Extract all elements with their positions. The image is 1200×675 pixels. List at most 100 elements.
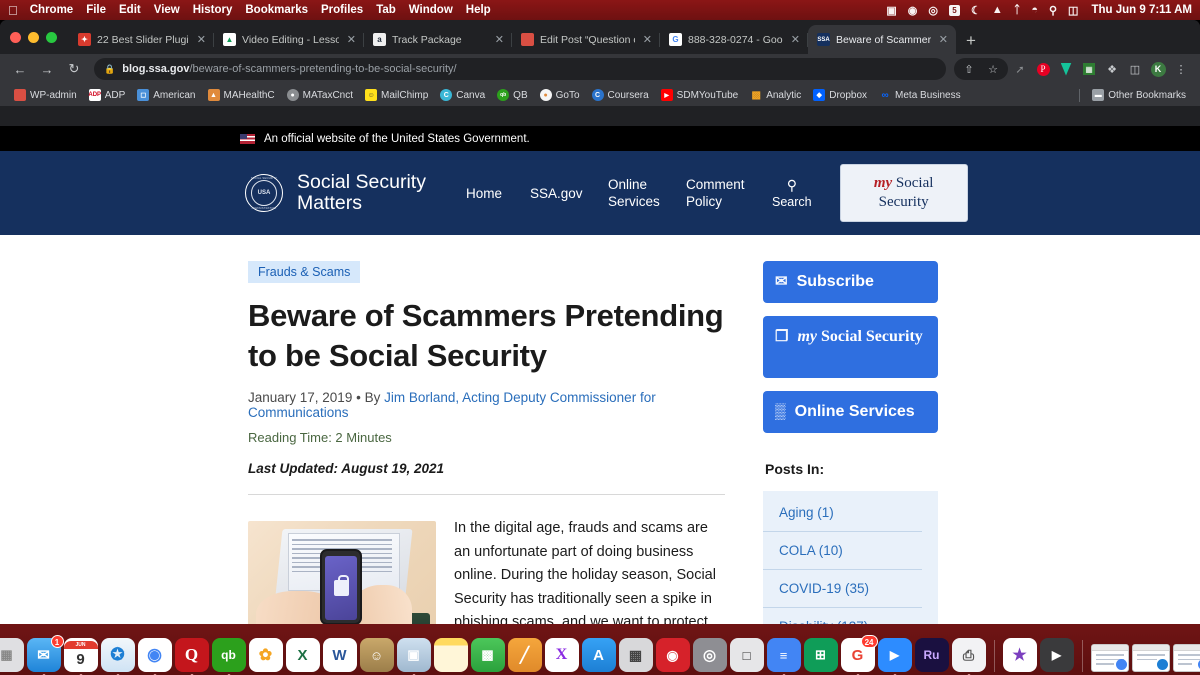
mail-icon[interactable]: ✉ 1 [26, 635, 64, 675]
preview-icon[interactable]: ▣ [396, 638, 431, 675]
menu-bar-clock[interactable]: Thu Jun 9 7:11 AM [1091, 4, 1192, 16]
nav-item-home[interactable]: Home [452, 185, 516, 202]
google-docs-icon[interactable]: ≡ [766, 638, 801, 675]
photos-icon[interactable]: ✿ [248, 638, 283, 672]
tab-slider-plugins[interactable]: ✦ 22 Best Slider Plugins for a Be ✕ [69, 25, 214, 54]
nav-item-ssa-gov[interactable]: SSA.gov [516, 185, 594, 202]
wifi-icon[interactable]: ◓ [1031, 4, 1038, 16]
grammarly-icon[interactable] [1055, 58, 1077, 80]
share-icon[interactable]: ⇧ [958, 58, 980, 80]
bluetooth-icon[interactable]: ᛏ [1014, 4, 1021, 16]
nav-item-online-services[interactable]: Online Services [594, 176, 672, 210]
app-store-icon[interactable]: A [581, 638, 616, 672]
tab-edit-post[interactable]: Edit Post “Question of the Mon ✕ [512, 25, 660, 54]
excel-icon[interactable]: X [285, 638, 320, 672]
category-item-aging[interactable]: Aging (1) [763, 505, 922, 532]
site-title[interactable]: Social Security Matters [297, 172, 427, 214]
minimized-window-finder[interactable] [1131, 644, 1170, 672]
extensions-puzzle-icon[interactable]: ❖ [1101, 58, 1123, 80]
menu-item-profiles[interactable]: Profiles [321, 4, 363, 16]
vpn-icon[interactable]: ▲ [992, 4, 1003, 16]
close-tab-button[interactable]: ✕ [493, 33, 506, 46]
spotlight-search-icon[interactable]: ⚲ [1049, 4, 1057, 17]
bookmark-goto[interactable]: ● GoTo [534, 89, 586, 101]
quicktime-icon[interactable]: ▶ [1039, 638, 1074, 672]
minimize-window-button[interactable] [28, 31, 39, 43]
bookmark-wp-admin[interactable]: WP-admin [8, 89, 83, 101]
menu-item-window[interactable]: Window [409, 4, 453, 16]
imovie-icon[interactable]: ★ [1002, 638, 1037, 672]
bookmark-qb[interactable]: qb QB [491, 89, 533, 101]
reload-button[interactable]: ↻ [62, 57, 86, 81]
online-services-button[interactable]: ▒ Online Services [763, 391, 938, 433]
chrome-menu-icon[interactable]: ⋮ [1170, 58, 1192, 80]
menu-item-view[interactable]: View [154, 4, 180, 16]
category-item-covid19[interactable]: COVID-19 (35) [763, 570, 922, 608]
my-social-security-button[interactable]: ❐ my Social Security [763, 316, 938, 378]
menu-item-chrome[interactable]: Chrome [30, 4, 73, 16]
creative-cloud-icon[interactable]: ◉ [908, 4, 918, 17]
profile-avatar-k[interactable]: K [1147, 58, 1169, 80]
category-chip[interactable]: Frauds & Scams [248, 261, 361, 283]
minimized-window-chrome-2[interactable] [1172, 644, 1200, 672]
new-tab-button[interactable]: + [956, 32, 986, 54]
menu-item-edit[interactable]: Edit [119, 4, 141, 16]
tab-beware-scammers-active[interactable]: SSA Beware of Scammers Pretendi ✕ [808, 25, 956, 54]
my-social-security-header-button[interactable]: my Social Security [839, 164, 968, 222]
safari-icon[interactable]: ✪ [100, 638, 135, 675]
ssa-seal-logo[interactable]: SOCIAL SECURITY USA ADMINISTRATION [245, 174, 283, 212]
notes-icon[interactable] [433, 638, 468, 672]
gmail-icon[interactable]: G 24 [840, 635, 878, 675]
close-tab-button[interactable]: ✕ [641, 33, 654, 46]
lego-education-icon[interactable]: ◉ [655, 638, 690, 672]
menu-item-file[interactable]: File [86, 4, 106, 16]
tab-track-package[interactable]: a Track Package ✕ [364, 25, 512, 54]
contacts-icon[interactable]: ☺ [359, 638, 394, 672]
close-tab-button[interactable]: ✕ [789, 33, 802, 46]
category-item-disability[interactable]: Disability (137) [763, 608, 922, 624]
calendar-icon[interactable]: JUN 9 [63, 638, 98, 675]
printer-icon[interactable]: ⎙ [951, 638, 986, 675]
other-bookmarks-folder[interactable]: ▬ Other Bookmarks [1086, 89, 1192, 101]
tab-video-editing[interactable]: ▲ Video Editing - Lesson Topics ✕ [214, 25, 364, 54]
bookmark-coursera[interactable]: C Coursera [586, 89, 655, 101]
numbers-icon[interactable]: ▩ [470, 638, 505, 672]
bookmark-sdmyoutube[interactable]: ▶ SDMYouTube [655, 89, 745, 101]
rocket-extension-icon[interactable]: ➚ [1009, 58, 1031, 80]
menu-item-help[interactable]: Help [466, 4, 491, 16]
menu-item-bookmarks[interactable]: Bookmarks [245, 4, 308, 16]
launchpad-icon[interactable]: ▦ [0, 638, 24, 672]
back-button[interactable]: ← [8, 57, 32, 81]
bookmark-american[interactable]: ◻ American [131, 89, 201, 101]
bookmark-mailchimp[interactable]: ☺ MailChimp [359, 89, 434, 101]
bookmark-dropbox[interactable]: ◆ Dropbox [807, 89, 873, 101]
calculator-icon[interactable]: ▦ [618, 638, 653, 672]
bookmark-mataxcnct[interactable]: ● MATaxCnct [281, 89, 359, 101]
maximize-window-button[interactable] [46, 31, 57, 43]
word-icon[interactable]: W [322, 638, 357, 672]
xfinity-icon[interactable]: X [544, 638, 579, 672]
menu-item-tab[interactable]: Tab [376, 4, 396, 16]
video-camera-icon[interactable]: ▣ [886, 4, 896, 17]
close-tab-button[interactable]: ✕ [937, 33, 950, 46]
close-window-button[interactable] [10, 31, 21, 43]
do-not-disturb-moon-icon[interactable]: ☾ [971, 4, 981, 17]
quickbooks-icon[interactable]: qb [211, 638, 246, 675]
zoom-icon[interactable]: ▶ [877, 638, 912, 675]
category-item-cola[interactable]: COLA (10) [763, 532, 922, 570]
screenshot-icon[interactable]: □ [729, 638, 764, 672]
bookmark-analytic[interactable]: ▩ Analytic [744, 89, 807, 101]
pages-icon[interactable]: ╱ [507, 638, 542, 672]
apple-menu-icon[interactable]:  [8, 4, 18, 17]
menu-item-history[interactable]: History [193, 4, 233, 16]
disk-utility-icon[interactable]: ◎ [692, 638, 727, 672]
bookmark-canva[interactable]: C Canva [434, 89, 491, 101]
google-sheets-icon[interactable]: ⊞ [803, 638, 838, 672]
subscribe-button[interactable]: ✉ Subscribe [763, 261, 938, 303]
bookmark-adp[interactable]: ADP ADP [83, 89, 132, 101]
five-badge-icon[interactable]: 5 [948, 4, 960, 16]
nav-item-comment-policy[interactable]: Comment Policy [672, 176, 750, 210]
tab-google-search[interactable]: G 888-328-0274 - Google Searc ✕ [660, 25, 808, 54]
close-tab-button[interactable]: ✕ [345, 33, 358, 46]
adobe-rush-icon[interactable]: Ru [914, 638, 949, 672]
